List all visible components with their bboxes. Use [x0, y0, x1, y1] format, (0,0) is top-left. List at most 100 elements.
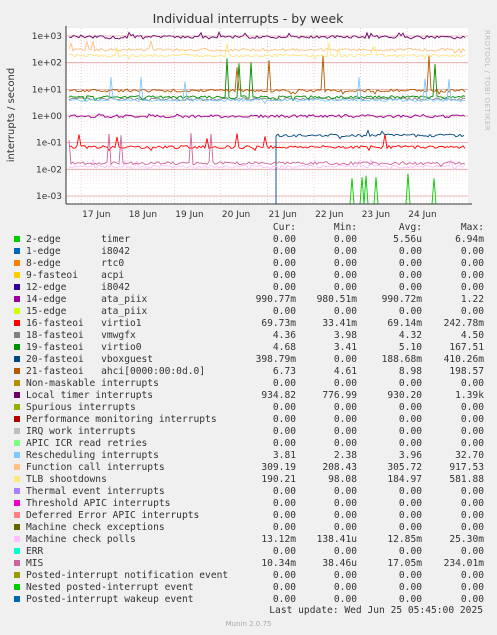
y-tick-label: 1e+00	[32, 112, 63, 122]
legend-row: 14-edge ata_piix 990.77m 980.51m 990.72m 1.2…	[0, 294, 497, 306]
legend-cur: 0.00	[272, 594, 296, 605]
legend-min: 3.41	[333, 342, 357, 353]
legend-avg: 5.10	[398, 342, 422, 353]
legend-swatch	[14, 428, 20, 434]
legend-name: Nested posted-interrupt event	[26, 582, 194, 593]
legend-min: 3.98	[333, 330, 357, 341]
legend-name: Posted-interrupt notification event	[26, 570, 229, 581]
legend-swatch	[14, 476, 20, 482]
x-tick-label: 18 Jun	[129, 210, 157, 220]
legend-min: 0.00	[333, 354, 357, 365]
legend-swatch	[14, 260, 20, 266]
legend-cur: 10.34m	[261, 558, 296, 569]
legend-swatch	[14, 488, 20, 494]
munin-version: Munin 2.0.75	[225, 620, 272, 628]
legend-cur: 0.00	[272, 234, 296, 245]
legend-name: Thermal event interrupts	[26, 486, 165, 497]
legend-min: 0.00	[333, 498, 357, 509]
legend-cur: 0.00	[272, 306, 296, 317]
legend-min: 0.00	[333, 378, 357, 389]
legend-avg: 0.00	[398, 594, 422, 605]
legend-cur: 69.73m	[261, 318, 296, 329]
legend-row: Non-maskable interrupts 0.00 0.00 0.00 0.00	[0, 378, 497, 390]
legend-avg: 0.00	[398, 246, 422, 257]
legend-max: 0.00	[460, 270, 484, 281]
legend-min: 0.00	[333, 486, 357, 497]
legend-min: 0.00	[333, 582, 357, 593]
header-cur: Cur:	[272, 222, 296, 233]
legend-name: MIS	[26, 558, 44, 569]
legend-name: Function call interrupts	[26, 462, 165, 473]
legend-max: 0.00	[460, 546, 484, 557]
legend-name: TLB shootdowns	[26, 474, 107, 485]
legend-min: 0.00	[333, 258, 357, 269]
y-tick-label: 1e+02	[32, 59, 62, 69]
legend-swatch	[14, 308, 20, 314]
legend-cur: 309.19	[261, 462, 296, 473]
legend-cur: 0.00	[272, 426, 296, 437]
legend-swatch	[14, 272, 20, 278]
y-tick-label: 1e+01	[32, 85, 62, 95]
legend-name: 1-edge i8042	[26, 246, 130, 257]
legend-max: 0.00	[460, 426, 484, 437]
legend-cur: 0.00	[272, 498, 296, 509]
legend-name: 12-edge i8042	[26, 282, 130, 293]
legend-cur: 0.00	[272, 438, 296, 449]
legend-min: 138.41u	[316, 534, 357, 545]
legend-max: 0.00	[460, 570, 484, 581]
x-tick-label: 17 Jun	[82, 210, 110, 220]
legend-avg: 0.00	[398, 270, 422, 281]
legend-min: 0.00	[333, 246, 357, 257]
legend-avg: 990.72m	[381, 294, 422, 305]
legend-min: 0.00	[333, 306, 357, 317]
legend-max: 234.01m	[443, 558, 484, 569]
legend-max: 0.00	[460, 378, 484, 389]
legend-name: Non-maskable interrupts	[26, 378, 159, 389]
header-min: Min:	[333, 222, 357, 233]
legend-cur: 4.36	[272, 330, 296, 341]
legend-swatch	[14, 596, 20, 602]
legend-name: ERR	[26, 546, 44, 557]
legend-min: 0.00	[333, 282, 357, 293]
legend-swatch	[14, 368, 20, 374]
y-axis-label: interrupts / second	[6, 68, 17, 162]
legend-name: Spurious interrupts	[26, 402, 136, 413]
legend-max: 0.00	[460, 522, 484, 533]
legend-row: 19-fasteoi virtio0 4.68 3.41 5.10 167.51	[0, 342, 497, 354]
legend-cur: 0.00	[272, 582, 296, 593]
legend-min: 0.00	[333, 402, 357, 413]
legend-avg: 0.00	[398, 306, 422, 317]
chart-title: Individual interrupts - by week	[153, 11, 345, 26]
legend-row: IRQ work interrupts 0.00 0.00 0.00 0.00	[0, 426, 497, 438]
legend-min: 0.00	[333, 522, 357, 533]
legend-name: Local timer interrupts	[26, 390, 154, 401]
legend-row: 15-edge ata_piix 0.00 0.00 0.00 0.00	[0, 306, 497, 318]
legend-min: 2.38	[333, 450, 357, 461]
legend-swatch	[14, 236, 20, 242]
legend-cur: 0.00	[272, 378, 296, 389]
legend-min: 0.00	[333, 426, 357, 437]
legend-row: Machine check polls 13.12m 138.41u 12.85m 25…	[0, 534, 497, 546]
legend-row: 16-fasteoi virtio1 69.73m 33.41m 69.14m 242.…	[0, 318, 497, 330]
legend-swatch	[14, 548, 20, 554]
legend-max: 4.50	[460, 330, 484, 341]
legend-swatch	[14, 332, 20, 338]
legend-max: 0.00	[460, 594, 484, 605]
legend-cur: 0.00	[272, 570, 296, 581]
legend-avg: 0.00	[398, 414, 422, 425]
legend-cur: 0.00	[272, 246, 296, 257]
legend-row: 9-fasteoi acpi 0.00 0.00 0.00 0.00	[0, 270, 497, 282]
legend-max: 917.53	[449, 462, 484, 473]
legend-avg: 0.00	[398, 378, 422, 389]
legend-name: Rescheduling interrupts	[26, 450, 159, 461]
legend-avg: 0.00	[398, 522, 422, 533]
legend-max: 0.00	[460, 582, 484, 593]
legend-swatch	[14, 536, 20, 542]
legend-name: 15-edge ata_piix	[26, 306, 148, 317]
legend-name: 16-fasteoi virtio1	[26, 318, 142, 329]
rrdtool-credit: RRDTOOL / TOBI OETIKER	[483, 30, 491, 132]
x-tick-label: 20 Jun	[222, 210, 250, 220]
legend-avg: 69.14m	[387, 318, 422, 329]
legend-row: TLB shootdowns 190.21 98.08 184.97 581.88	[0, 474, 497, 486]
header-avg: Avg:	[398, 222, 422, 233]
